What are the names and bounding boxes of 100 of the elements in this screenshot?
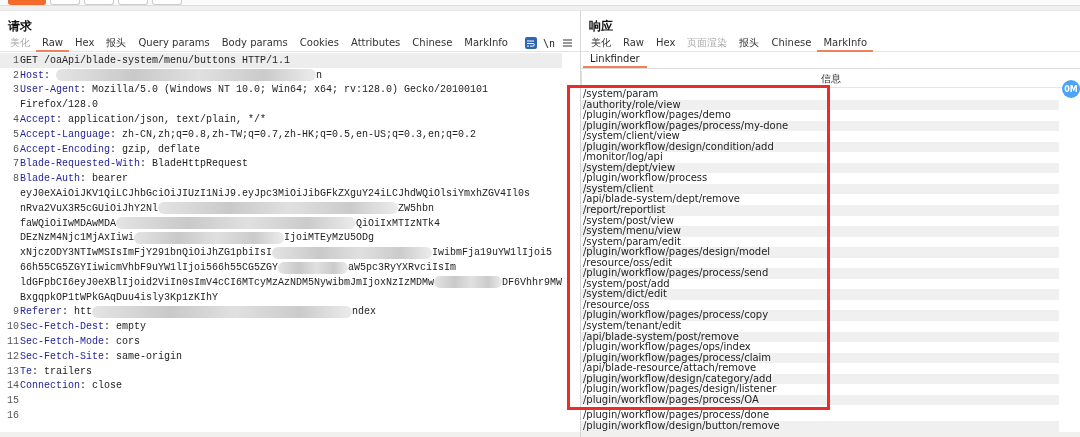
table-row[interactable]: /plugin/workflow/pages/process/claim bbox=[581, 352, 1059, 364]
colon: : bbox=[62, 306, 69, 318]
tab[interactable]: Raw bbox=[617, 34, 651, 52]
header-name: Host bbox=[20, 69, 44, 81]
table-row[interactable]: /plugin/workflow/design/button/remove bbox=[581, 420, 1059, 432]
table-row[interactable]: /authority/role/view bbox=[581, 99, 1059, 111]
table-row[interactable]: /plugin/workflow/design/category/add bbox=[581, 373, 1059, 385]
colon: : bbox=[104, 350, 111, 362]
table-row[interactable]: /api/blade-system/post/remove bbox=[581, 331, 1059, 343]
line-number: 6 bbox=[13, 143, 19, 155]
toolbar-button[interactable] bbox=[152, 0, 182, 5]
colon: : bbox=[110, 128, 117, 140]
colon: : bbox=[80, 84, 87, 96]
header-value: nRva2VuX3R5cGUiOiJhY2Nl bbox=[20, 202, 159, 214]
header-value: Firefox/128.0 bbox=[20, 99, 98, 111]
table-row[interactable]: /system/client bbox=[581, 183, 1059, 195]
newline-toggle[interactable]: \n bbox=[542, 37, 555, 49]
colon: : bbox=[32, 365, 39, 377]
line-number: 12 bbox=[7, 350, 19, 362]
header-value: trailers bbox=[44, 365, 93, 377]
table-row[interactable]: /report/reportlist bbox=[581, 205, 1059, 216]
header-value: faWQiOiIwMDAwMDA bbox=[20, 217, 116, 229]
table-row[interactable]: /plugin/workflow/pages/process/copy bbox=[581, 310, 1059, 322]
header-value: n bbox=[316, 69, 323, 81]
header-value: ZW5hbn bbox=[398, 202, 435, 214]
header-name: Connection bbox=[20, 380, 80, 392]
header-value: aW5pc3RyYXRvciIsIm bbox=[348, 262, 457, 274]
colon: : bbox=[80, 380, 87, 392]
header-value: DF6Vhhr9MW bbox=[502, 276, 562, 288]
colon: : bbox=[140, 158, 147, 170]
header-value: DEzNzM4Njc1MjAxIiwi bbox=[20, 232, 135, 244]
tab[interactable]: Hex bbox=[650, 34, 682, 52]
header-name: Referer bbox=[20, 306, 62, 318]
toolbar-button[interactable] bbox=[8, 0, 46, 5]
menu-icon[interactable] bbox=[563, 39, 572, 47]
redaction-blur bbox=[434, 276, 502, 289]
header-value: 66h55CG5ZGYIiwicmVhbF9uYW1lIjoi566h55CG5ZGY bbox=[20, 262, 279, 274]
header-name: User-Agent bbox=[20, 84, 80, 96]
tab[interactable]: Raw bbox=[36, 34, 70, 52]
redaction-blur bbox=[278, 261, 349, 274]
tab[interactable]: Chinese bbox=[406, 34, 459, 52]
header-value: QiOiIxMTIzNTk4 bbox=[356, 217, 441, 229]
tab[interactable]: MarkInfo bbox=[817, 34, 873, 52]
line-number: 8 bbox=[13, 173, 19, 185]
tab[interactable]: Query params bbox=[132, 34, 216, 52]
header-value: ldGFpbCI6eyJ0eXBlIjoid2ViIn0sImV4cCI6MTcyMzAzNDM5NywibmJmIjoxNzIzMDMw bbox=[20, 276, 435, 288]
line-number: 11 bbox=[7, 336, 19, 348]
table-row[interactable]: /system/dept/view bbox=[581, 162, 1059, 174]
header-value: htt bbox=[74, 306, 93, 318]
line-number: 5 bbox=[13, 128, 19, 140]
tab[interactable]: Linkfinder bbox=[583, 52, 647, 68]
tab[interactable]: MarkInfo bbox=[458, 34, 514, 52]
header-value: application/json, text/plain, */* bbox=[68, 114, 267, 126]
line-number: 14 bbox=[7, 380, 19, 392]
header-value: BladeHttpRequest bbox=[152, 158, 249, 170]
header-value: ndex bbox=[352, 306, 377, 318]
tab[interactable]: Hex bbox=[69, 34, 101, 52]
header-value: gzip, deflate bbox=[122, 143, 201, 155]
panel-title: 请求 bbox=[7, 18, 33, 35]
table-row[interactable]: /system/dict/edit bbox=[581, 289, 1059, 300]
tab[interactable]: 报头 bbox=[733, 34, 766, 52]
colon: : bbox=[56, 114, 63, 126]
toolbar-button[interactable] bbox=[84, 0, 114, 5]
line-number: 2 bbox=[13, 69, 19, 81]
header-name: Blade-Requested-With bbox=[20, 158, 141, 170]
tab[interactable]: Chinese bbox=[765, 34, 818, 52]
header-value: cors bbox=[116, 336, 141, 348]
tab[interactable]: Cookies bbox=[293, 34, 345, 52]
line-number: 16 bbox=[7, 410, 19, 421]
header-value: bearer bbox=[92, 173, 129, 185]
tab[interactable]: 报头 bbox=[100, 34, 133, 52]
header-name: Sec-Fetch-Mode bbox=[20, 336, 104, 348]
line-number: 7 bbox=[13, 158, 19, 170]
header-value: xNjczODY3NTIwMSIsImFjY291bnQiOiJhZG1pbiIsI bbox=[20, 247, 273, 259]
toolbar-button[interactable] bbox=[118, 0, 148, 5]
header-name: Sec-Fetch-Site bbox=[20, 350, 104, 362]
toolbar-button[interactable] bbox=[50, 0, 80, 5]
table-row[interactable]: /system/menu/view bbox=[581, 226, 1059, 237]
header-value: same-origin bbox=[116, 350, 183, 362]
header-value: IwibmFja19uYW1lIjoi5 bbox=[432, 247, 553, 259]
tab[interactable]: 美化 bbox=[585, 34, 617, 52]
header-name: Blade-Auth bbox=[20, 173, 80, 185]
line-number: 9 bbox=[13, 306, 19, 318]
line-number: 1 bbox=[13, 54, 19, 66]
table-row[interactable]: /plugin/workflow/design/condition/add bbox=[581, 141, 1059, 153]
wrap-icon[interactable] bbox=[524, 37, 537, 49]
colon: : bbox=[110, 143, 117, 155]
tab[interactable]: Attributes bbox=[344, 34, 407, 52]
header-value: zh-CN,zh;q=0.8,zh-TW;q=0.7,zh-HK;q=0.5,en-US;q=0.3,en;q=0.2 bbox=[122, 128, 477, 140]
header-value: Mozilla/5.0 (Windows NT 10.0; Win64; x64; rv:128.0) Gecko/20100101 bbox=[92, 84, 489, 96]
table-row[interactable]: /plugin/workflow/pages/design/model bbox=[581, 247, 1059, 258]
tab[interactable]: Body params bbox=[215, 34, 294, 52]
header-value: IjoiMTEyMzU5ODg bbox=[284, 232, 375, 244]
table-row[interactable]: /plugin/workflow/pages/process/send bbox=[581, 268, 1059, 279]
header-name: Sec-Fetch-Dest bbox=[20, 321, 104, 333]
colon: : bbox=[104, 321, 111, 333]
table-row[interactable]: /plugin/workflow/pages/process/my-done bbox=[581, 120, 1059, 132]
colon: : bbox=[104, 336, 111, 348]
table-row[interactable]: /plugin/workflow/pages/process/OA bbox=[581, 394, 1059, 406]
line-number: 10 bbox=[7, 321, 19, 333]
